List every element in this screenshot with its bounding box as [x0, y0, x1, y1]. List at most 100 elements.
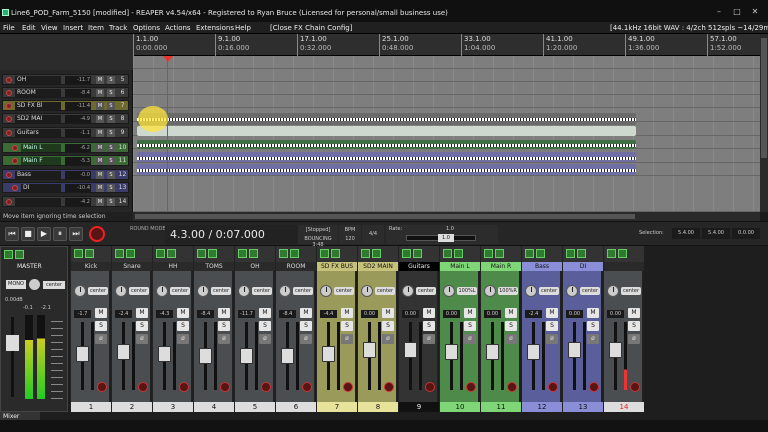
pan-control[interactable]: center: [71, 284, 111, 298]
solo-button[interactable]: S: [95, 321, 107, 331]
pan-control[interactable]: center: [399, 284, 439, 298]
track-name[interactable]: Main L: [21, 144, 61, 152]
io-icon[interactable]: [197, 249, 206, 258]
io-icon[interactable]: [484, 249, 493, 258]
mute-button[interactable]: M: [464, 308, 476, 318]
track-volume[interactable]: -11.7: [65, 76, 91, 84]
media-item[interactable]: [137, 126, 636, 136]
io-icon[interactable]: [361, 249, 370, 258]
track-volume[interactable]: -11.4: [65, 102, 91, 110]
pan-knob[interactable]: [607, 285, 619, 297]
solo-button[interactable]: S: [177, 321, 189, 331]
mute-button[interactable]: M: [177, 308, 189, 318]
mute-button[interactable]: M: [96, 184, 104, 192]
pan-control[interactable]: center: [153, 284, 193, 298]
track-lanes[interactable]: [133, 56, 760, 212]
solo-button[interactable]: S: [218, 321, 230, 331]
track-header[interactable]: -4.2 M S 14: [2, 196, 129, 207]
record-arm-icon[interactable]: [589, 382, 599, 392]
pan-value[interactable]: center: [170, 287, 190, 295]
volume-readout[interactable]: -2.4: [115, 310, 132, 318]
pan-knob[interactable]: [197, 285, 209, 297]
fader-handle[interactable]: [76, 346, 89, 362]
vertical-scrollbar[interactable]: [760, 34, 768, 212]
pan-knob[interactable]: [115, 285, 127, 297]
solo-button[interactable]: S: [107, 115, 115, 123]
mixer-strip[interactable]: OH center -11.7 M S ø 5: [234, 246, 275, 412]
mute-button[interactable]: M: [300, 308, 312, 318]
pan-knob[interactable]: [443, 285, 455, 297]
minimize-button[interactable]: –: [712, 7, 726, 17]
fx-list-icon[interactable]: [341, 249, 355, 258]
solo-button[interactable]: S: [628, 321, 640, 331]
record-arm-icon[interactable]: [466, 382, 476, 392]
phase-button[interactable]: ø: [177, 334, 189, 344]
strip-name[interactable]: Main L: [440, 262, 480, 271]
io-icon[interactable]: [443, 249, 452, 258]
scroll-thumb[interactable]: [135, 214, 635, 219]
track-header[interactable]: DI -10.4 M S 13: [2, 182, 129, 193]
fader-handle[interactable]: [322, 346, 335, 362]
maximize-button[interactable]: □: [730, 7, 744, 17]
pan-control[interactable]: center: [317, 284, 357, 298]
pan-knob[interactable]: [566, 285, 578, 297]
pan-control[interactable]: center: [276, 284, 316, 298]
fx-icon[interactable]: [167, 249, 176, 258]
horizontal-scrollbar[interactable]: [133, 212, 760, 221]
record-arm-icon[interactable]: [6, 172, 12, 178]
fx-icon[interactable]: [290, 249, 299, 258]
fx-icon[interactable]: [577, 249, 586, 258]
mixer-strip[interactable]: Bass center -2.4 M S ø 12: [521, 246, 562, 412]
io-icon[interactable]: [566, 249, 575, 258]
record-arm-icon[interactable]: [6, 116, 12, 122]
mute-button[interactable]: M: [587, 308, 599, 318]
mute-button[interactable]: M: [95, 308, 107, 318]
phase-button[interactable]: ø: [382, 334, 394, 344]
pan-value[interactable]: 100%R: [498, 287, 518, 295]
io-icon[interactable]: [115, 249, 124, 258]
pan-knob[interactable]: [361, 285, 373, 297]
selection-length[interactable]: 0.0.00: [732, 228, 760, 239]
record-arm-icon[interactable]: [384, 382, 394, 392]
track-volume[interactable]: -8.4: [65, 89, 91, 97]
bpm-display[interactable]: BPM 120: [339, 225, 361, 244]
mixer-strip[interactable]: SD2 MAIN center 0.00 M S ø 8: [357, 246, 398, 412]
track-header[interactable]: Guitars -1.1 M S 9: [2, 127, 129, 138]
record-arm-icon[interactable]: [630, 382, 640, 392]
media-item[interactable]: [137, 164, 636, 175]
fader-handle[interactable]: [363, 342, 376, 358]
stop-button[interactable]: ■: [21, 227, 35, 241]
record-arm-icon[interactable]: [6, 103, 12, 109]
pan-knob[interactable]: [156, 285, 168, 297]
fx-list-icon[interactable]: [464, 249, 478, 258]
mute-button[interactable]: M: [96, 102, 104, 110]
mute-button[interactable]: M: [341, 308, 353, 318]
fx-list-icon[interactable]: [300, 249, 314, 258]
record-arm-icon[interactable]: [302, 382, 312, 392]
mixer-strip[interactable]: TOMS center -8.4 M S ø 4: [193, 246, 234, 412]
menu-insert[interactable]: Insert: [63, 24, 83, 32]
record-arm-icon[interactable]: [261, 382, 271, 392]
solo-button[interactable]: S: [107, 89, 115, 97]
menu-item[interactable]: Item: [88, 24, 104, 32]
solo-button[interactable]: S: [107, 171, 115, 179]
go-to-start-button[interactable]: ⏮: [5, 227, 19, 241]
track-lane[interactable]: [133, 176, 760, 212]
pan-value[interactable]: center: [88, 287, 108, 295]
volume-readout[interactable]: 0.00: [566, 310, 583, 318]
solo-button[interactable]: S: [107, 144, 115, 152]
solo-button[interactable]: S: [259, 321, 271, 331]
solo-button[interactable]: S: [464, 321, 476, 331]
mixer-strip[interactable]: Main R 100%R 0.00 M S ø 11: [480, 246, 521, 412]
track-header[interactable]: SD2 MAI -4.9 M S 8: [2, 113, 129, 124]
strip-name[interactable]: TOMS: [194, 262, 234, 271]
mixer-strip[interactable]: HH center -4.3 M S ø 3: [152, 246, 193, 412]
pan-knob[interactable]: [484, 285, 496, 297]
strip-name[interactable]: Bass: [522, 262, 562, 271]
phase-button[interactable]: ø: [505, 334, 517, 344]
phase-button[interactable]: ø: [546, 334, 558, 344]
mixer-strip[interactable]: SD FX BUS center -4.4 M S ø 7: [316, 246, 357, 412]
menu-actions[interactable]: Actions: [165, 24, 191, 32]
fx-list-icon[interactable]: [259, 249, 273, 258]
media-item[interactable]: [137, 140, 636, 149]
